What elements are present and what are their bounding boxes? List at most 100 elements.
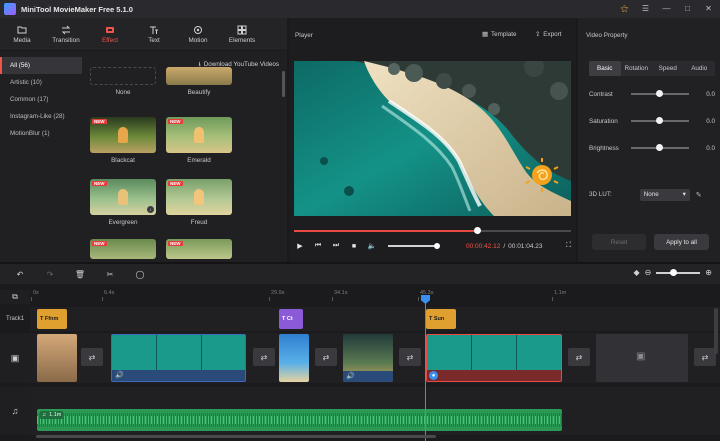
zoom-knob[interactable]	[670, 268, 678, 276]
delete-icon[interactable]: 🗑	[74, 268, 86, 280]
template-button[interactable]: ▦ Template	[482, 31, 517, 38]
split-icon[interactable]: ✂	[104, 268, 116, 280]
effect-freud[interactable]: NEW Freud	[166, 179, 232, 226]
tab-speed[interactable]: Speed	[652, 61, 684, 76]
empty-clip-slot[interactable]: ▣	[596, 334, 688, 382]
category-artistic[interactable]: Artistic (10)	[0, 74, 82, 91]
effect-emerald[interactable]: NEW Emerald	[166, 117, 232, 164]
transition-icon[interactable]: ⇄	[315, 348, 337, 366]
title-clip[interactable]: T Ct	[279, 309, 303, 329]
time-ruler[interactable]: 0s 6.4s 29.9s 34.1s 45.3s 1.1m	[30, 290, 720, 304]
video-clip-beach[interactable]: 🔊	[111, 334, 246, 382]
text-clip[interactable]: T Ffnm	[37, 309, 67, 329]
lut-edit-icon[interactable]: ✎	[696, 191, 702, 199]
effect-blackcat[interactable]: NEW Blackcat	[90, 117, 156, 164]
tool-text[interactable]: Text	[132, 18, 176, 50]
close-icon[interactable]: ✕	[703, 3, 714, 14]
previous-frame-icon[interactable]: ⏮	[312, 240, 324, 252]
lut-select[interactable]: None ▾	[639, 188, 690, 201]
effect-none[interactable]: None	[90, 67, 156, 96]
transition-icon[interactable]: ⇄	[694, 348, 716, 366]
timeline: ⧉ 0s 6.4s 29.9s 34.1s 45.3s 1.1m Track1 …	[0, 284, 720, 441]
zoom-slider[interactable]	[656, 268, 701, 276]
timeline-hscrollbar[interactable]	[36, 435, 436, 438]
crop-icon[interactable]: ◯	[134, 268, 146, 280]
sun-text-clip[interactable]: T Sun	[426, 309, 456, 329]
undo-icon[interactable]: ↶	[14, 268, 26, 280]
effect-beautify[interactable]: Beautify	[166, 67, 232, 96]
video-clip-sunset[interactable]: 🔊	[343, 334, 393, 382]
beach-filmstrip	[427, 335, 561, 371]
transition-icon[interactable]: ⇄	[253, 348, 275, 366]
apply-to-all-button[interactable]: Apply to all	[654, 234, 709, 250]
category-instagram-like[interactable]: Instagram-Like (28)	[0, 108, 82, 125]
tool-transition[interactable]: Transition	[44, 18, 88, 50]
tool-elements[interactable]: Elements	[220, 18, 264, 50]
progress-knob[interactable]	[473, 227, 481, 234]
saturation-slider[interactable]	[631, 117, 689, 124]
video-preview[interactable]	[294, 61, 571, 216]
player-title: Player	[295, 32, 313, 39]
video-clip-island[interactable]	[279, 334, 309, 382]
audio-clip[interactable]: ♫ 1.1m	[37, 409, 562, 431]
volume-icon[interactable]: 🔈	[366, 240, 378, 252]
tool-motion[interactable]: Motion	[176, 18, 220, 50]
track1-label: Track1	[6, 316, 25, 322]
current-time: 00:00:42.12	[466, 242, 501, 250]
motion-icon	[194, 25, 202, 34]
menu-icon[interactable]: ☰	[640, 3, 651, 14]
effect-beautify-thumb	[166, 67, 232, 85]
video-clip-selected[interactable]: ●	[426, 334, 562, 382]
redo-icon[interactable]: ↷	[44, 268, 56, 280]
effect-scrollbar[interactable]	[282, 71, 285, 97]
effect-row4-right[interactable]: NEW	[166, 239, 232, 259]
key-icon[interactable]: ⚝	[619, 3, 630, 14]
property-tabs: Basic Rotation Speed Audio	[589, 61, 715, 76]
transition-icon[interactable]: ⇄	[81, 348, 103, 366]
tab-basic[interactable]: Basic	[589, 61, 621, 76]
tool-effect[interactable]: Effect	[88, 18, 132, 50]
stop-icon[interactable]: ■	[348, 240, 360, 252]
contrast-knob[interactable]	[656, 90, 663, 97]
volume-knob[interactable]	[434, 243, 440, 249]
next-frame-icon[interactable]: ⏭	[330, 240, 342, 252]
category-motionblur[interactable]: MotionBlur (1)	[0, 125, 82, 142]
speaker-icon: 🔊	[115, 372, 124, 379]
fit-zoom-icon[interactable]: ◆	[633, 268, 639, 277]
effect-evergreen-label: Evergreen	[108, 219, 138, 226]
minimize-icon[interactable]: —	[661, 3, 672, 14]
transition-icon[interactable]: ⇄	[568, 348, 590, 366]
effect-row4-left[interactable]: NEW	[90, 239, 156, 259]
video-clip-portrait[interactable]	[37, 334, 77, 382]
brightness-slider[interactable]	[631, 144, 689, 151]
zoom-out-icon[interactable]: ⊖	[645, 268, 652, 277]
lut-value: None	[643, 191, 659, 198]
fullscreen-icon[interactable]: ⛶	[566, 242, 571, 250]
timeline-vscrollbar[interactable]	[714, 308, 718, 354]
app-title: MiniTool MovieMaker Free 5.1.0	[21, 4, 133, 14]
zoom-in-icon[interactable]: ⊕	[705, 268, 712, 277]
volume-slider[interactable]	[388, 243, 440, 249]
category-all[interactable]: All (56)	[0, 57, 82, 74]
transition-icon[interactable]: ⇄	[399, 348, 421, 366]
add-track-icon[interactable]: ⧉	[0, 290, 30, 304]
play-icon[interactable]: ▶	[294, 240, 306, 252]
tab-rotation[interactable]: Rotation	[621, 61, 653, 76]
effect-evergreen[interactable]: NEW ↓ Evergreen	[90, 179, 156, 226]
maximize-icon[interactable]: □	[682, 3, 693, 14]
brightness-knob[interactable]	[656, 144, 663, 151]
tool-media[interactable]: Media	[0, 18, 44, 50]
effect-freud-label: Freud	[190, 219, 208, 226]
download-badge-icon[interactable]: ↓	[147, 206, 154, 213]
tab-audio[interactable]: Audio	[684, 61, 716, 76]
contrast-slider[interactable]	[631, 90, 689, 97]
tool-effect-label: Effect	[102, 36, 118, 44]
saturation-knob[interactable]	[656, 117, 663, 124]
playback-progress[interactable]	[294, 227, 571, 234]
reset-button[interactable]: Reset	[592, 234, 646, 250]
brightness-label: Brightness	[589, 144, 619, 152]
category-common[interactable]: Common (17)	[0, 91, 82, 108]
saturation-value: 0.0	[706, 117, 715, 125]
ruler-tick: 6.4s	[101, 290, 115, 301]
export-button[interactable]: ⇪ Export	[535, 31, 561, 38]
